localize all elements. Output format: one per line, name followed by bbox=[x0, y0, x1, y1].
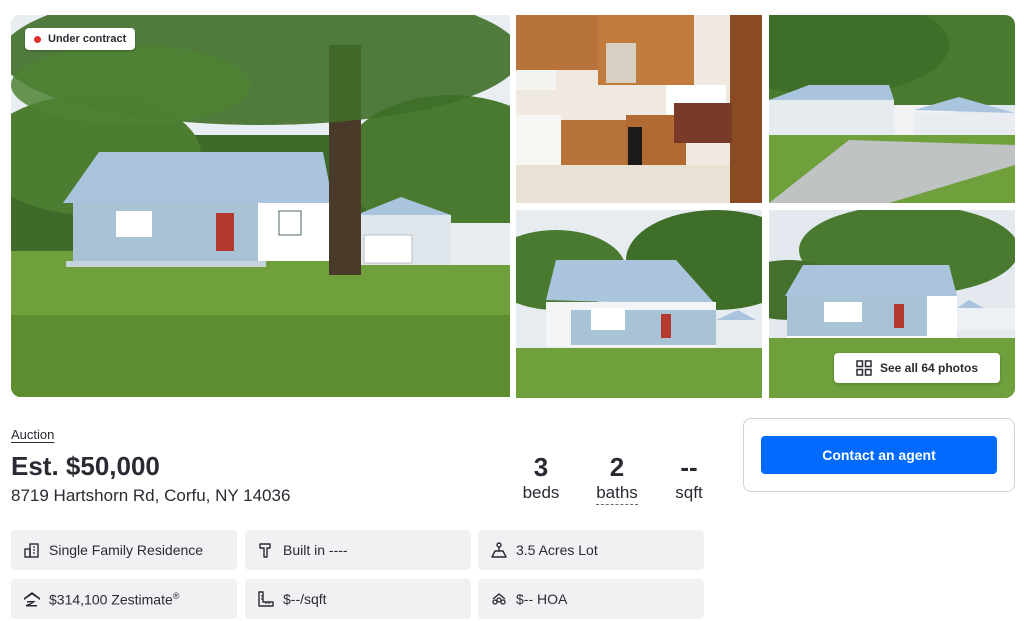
sqft-stat: -- sqft bbox=[666, 452, 712, 504]
listing-price: Est. $50,000 bbox=[11, 451, 160, 481]
contact-card: Contact an agent bbox=[743, 418, 1015, 492]
hammer-icon bbox=[259, 543, 271, 558]
kitchen-photo[interactable] bbox=[516, 15, 762, 203]
zestimate-value: $314,100 Zestimate bbox=[49, 591, 173, 608]
fact-year-built-label: Built in ---- bbox=[283, 542, 348, 558]
baths-value: 2 bbox=[609, 452, 625, 482]
fact-zestimate-label: $314,100 Zestimate® bbox=[49, 591, 179, 608]
driveway-photo[interactable] bbox=[769, 15, 1015, 203]
fact-price-per-sqft-label: $--/sqft bbox=[283, 591, 327, 607]
fact-lot-size: 3.5 Acres Lot bbox=[478, 530, 704, 570]
fact-year-built: Built in ---- bbox=[245, 530, 471, 570]
status-badge: Under contract bbox=[25, 28, 136, 50]
beds-value: 3 bbox=[533, 452, 549, 482]
sqft-value: -- bbox=[680, 452, 698, 482]
status-badge-label: Under contract bbox=[48, 33, 127, 45]
baths-stat[interactable]: 2 baths bbox=[590, 452, 644, 505]
fact-lot-size-label: 3.5 Acres Lot bbox=[516, 542, 598, 558]
see-all-photos-label: See all 64 photos bbox=[879, 361, 979, 375]
sqft-label: sqft bbox=[675, 483, 703, 502]
fact-home-type-label: Single Family Residence bbox=[49, 542, 204, 558]
lot-icon bbox=[491, 542, 507, 558]
front-side-photo[interactable] bbox=[516, 210, 762, 398]
main-photo[interactable]: Under contract bbox=[11, 15, 510, 397]
fact-hoa: $-- HOA bbox=[478, 579, 704, 619]
fact-price-per-sqft: $--/sqft bbox=[245, 579, 471, 619]
sale-type-link[interactable]: Auction bbox=[11, 427, 54, 442]
ruler-icon bbox=[258, 591, 274, 607]
registered-mark: ® bbox=[172, 590, 180, 601]
beds-stat: 3 beds bbox=[515, 452, 567, 504]
status-dot-icon bbox=[34, 35, 41, 43]
see-all-photos-button[interactable]: See all 64 photos bbox=[834, 353, 1000, 383]
grid-icon bbox=[856, 360, 872, 376]
beds-label: beds bbox=[522, 483, 560, 502]
fact-hoa-label: $-- HOA bbox=[516, 591, 568, 607]
listing-address: 8719 Hartshorn Rd, Corfu, NY 14036 bbox=[11, 486, 291, 505]
baths-label[interactable]: baths bbox=[596, 483, 638, 505]
building-icon bbox=[24, 543, 39, 558]
fact-zestimate: $314,100 Zestimate® bbox=[11, 579, 237, 619]
contact-agent-button[interactable]: Contact an agent bbox=[761, 436, 997, 474]
zillow-icon bbox=[24, 592, 40, 607]
fact-home-type: Single Family Residence bbox=[11, 530, 237, 570]
hoa-icon bbox=[492, 593, 506, 605]
